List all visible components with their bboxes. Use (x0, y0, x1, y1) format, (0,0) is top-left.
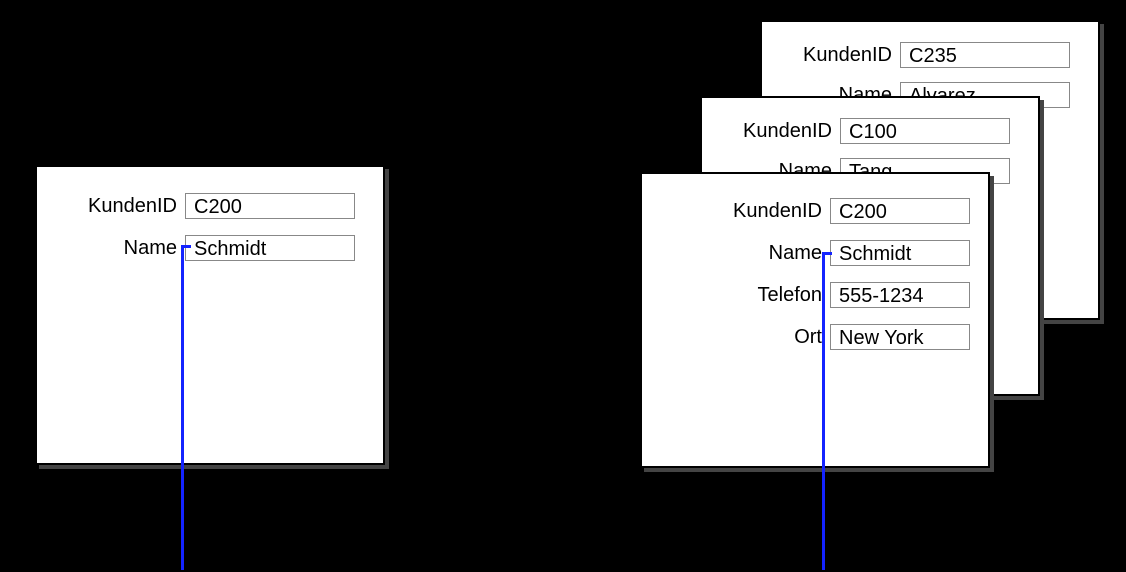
label-telefon: Telefon (642, 284, 830, 307)
label-kundenid: KundenID (642, 200, 830, 223)
label-kundenid: KundenID (37, 195, 185, 218)
field-row-name: Name Schmidt (37, 233, 383, 263)
label-ort: Ort (642, 326, 830, 349)
value-name[interactable]: Schmidt (830, 240, 970, 266)
label-name: Name (37, 237, 185, 260)
right-stack-card-front: KundenID C200 Name Schmidt Telefon 555-1… (640, 172, 990, 468)
value-kundenid[interactable]: C200 (830, 198, 970, 224)
label-kundenid: KundenID (702, 120, 840, 143)
value-kundenid[interactable]: C100 (840, 118, 1010, 144)
field-row-kundenid: KundenID C235 (762, 40, 1098, 70)
field-row-telefon: Telefon 555-1234 (642, 280, 988, 310)
label-name: Name (642, 242, 830, 265)
label-kundenid: KundenID (762, 44, 900, 67)
field-row-kundenid: KundenID C100 (702, 116, 1038, 146)
left-form-card: KundenID C200 Name Schmidt (35, 165, 385, 465)
value-telefon[interactable]: 555-1234 (830, 282, 970, 308)
field-row-ort: Ort New York (642, 322, 988, 352)
value-name[interactable]: Schmidt (185, 235, 355, 261)
field-row-kundenid: KundenID C200 (642, 196, 988, 226)
value-ort[interactable]: New York (830, 324, 970, 350)
field-row-name: Name Schmidt (642, 238, 988, 268)
field-row-kundenid: KundenID C200 (37, 191, 383, 221)
callout-connector-right (822, 252, 825, 570)
value-kundenid[interactable]: C235 (900, 42, 1070, 68)
callout-connector-left (181, 245, 184, 570)
value-kundenid[interactable]: C200 (185, 193, 355, 219)
